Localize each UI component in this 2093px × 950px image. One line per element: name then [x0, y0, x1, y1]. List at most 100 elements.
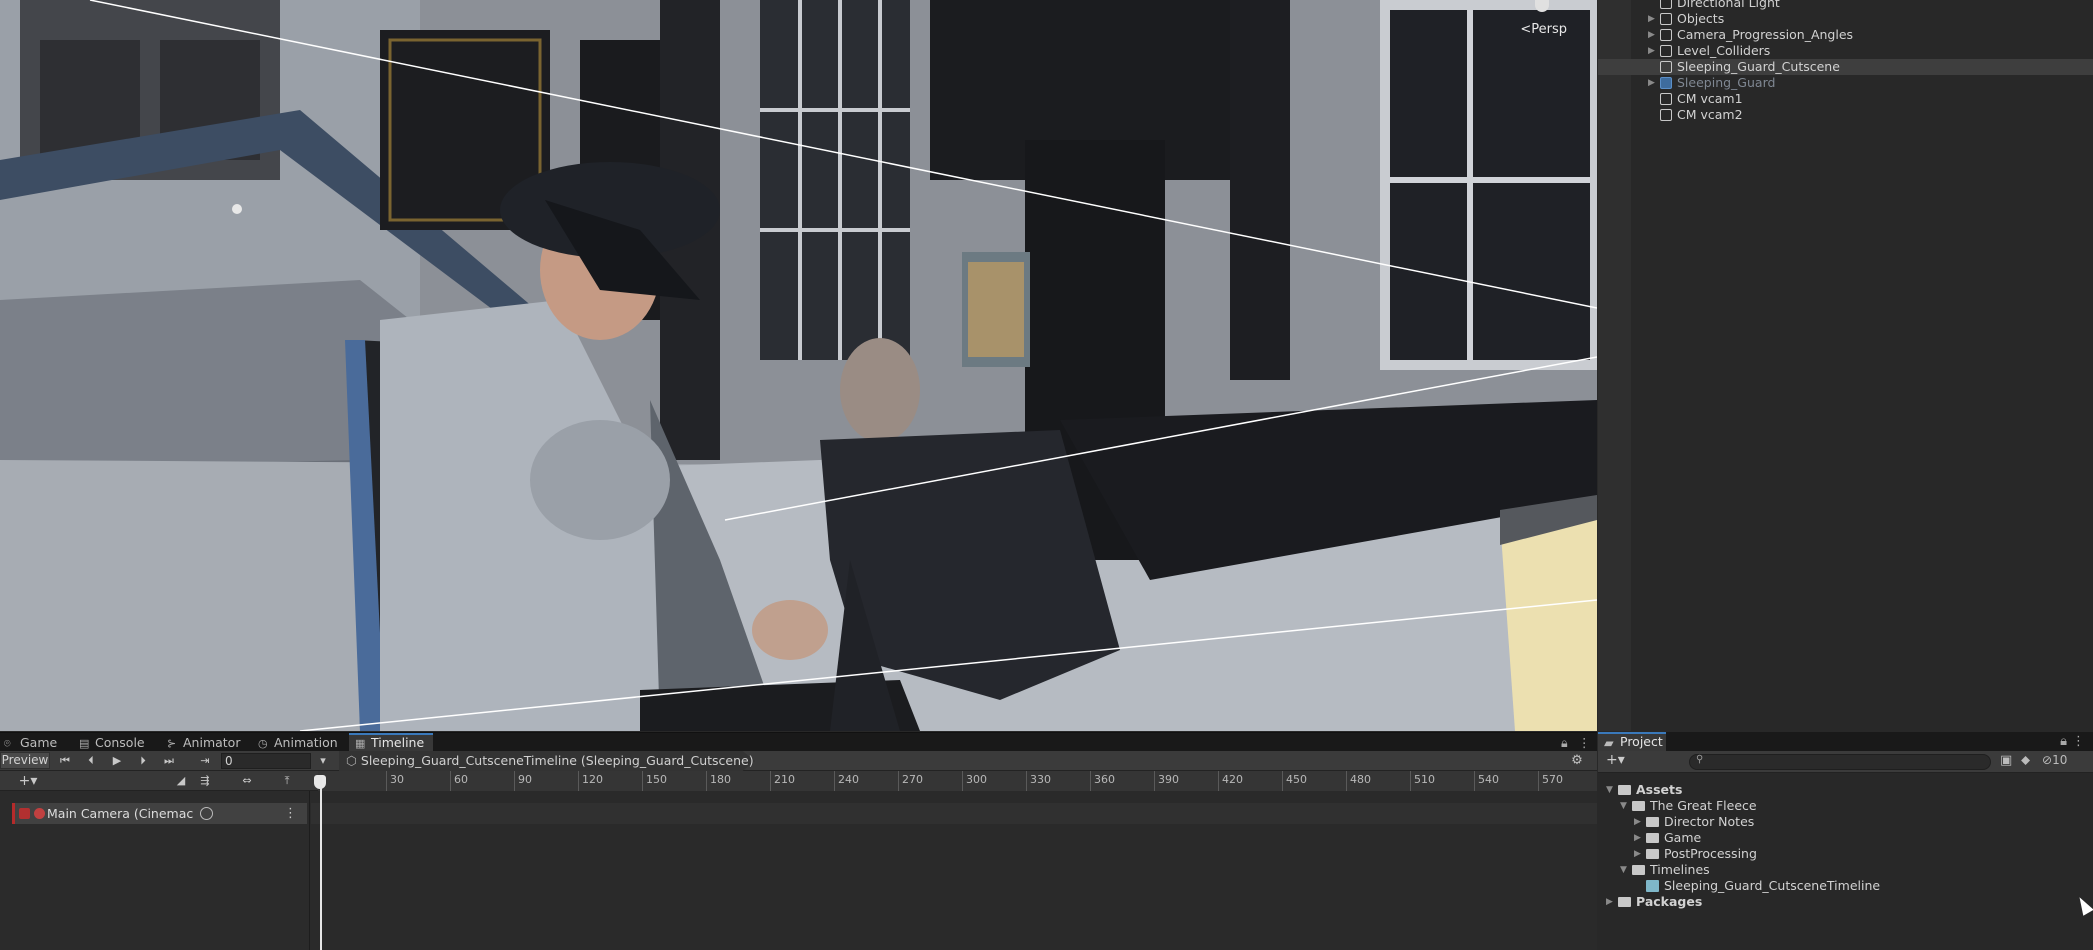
project-item-label: PostProcessing — [1664, 846, 1757, 861]
expand-arrow-icon[interactable]: ▼ — [1606, 782, 1613, 798]
add-track-button[interactable]: +▾ — [12, 773, 44, 789]
hidden-packages-toggle[interactable]: ⊘10 — [2042, 753, 2067, 767]
gameobject-icon — [1660, 45, 1672, 57]
goto-start-icon[interactable]: ⏮ — [54, 753, 76, 769]
hierarchy-item[interactable]: ▶ Sleeping_Guard — [1598, 75, 2093, 91]
prefab-icon — [1660, 77, 1672, 89]
tab-project[interactable]: ▰ Project — [1598, 732, 1666, 751]
hierarchy-panel: Directional Light ▶ Objects ▶ Camera_Progres… — [1598, 0, 2093, 731]
hierarchy-item[interactable]: ▶ Objects — [1598, 11, 2093, 27]
projection-toggle[interactable]: <Persp — [1520, 22, 1567, 37]
hierarchy-item-label: Objects — [1677, 11, 1725, 26]
expand-arrow-icon[interactable]: ▶ — [1606, 894, 1613, 910]
clip-edit-mode-icon[interactable]: ◢ — [170, 773, 192, 789]
ruler-tick — [578, 771, 579, 791]
track-main-camera[interactable]: Main Camera (Cinemac ⋮ — [12, 803, 307, 824]
hierarchy-item[interactable]: CM vcam2 — [1598, 107, 2093, 123]
breadcrumb-label: Sleeping_Guard_CutsceneTimeline (Sleepin… — [360, 753, 754, 768]
play-range-icon[interactable]: ⇥ — [194, 753, 216, 769]
scene-view[interactable]: <Persp — [0, 0, 1597, 731]
replace-mode-icon[interactable]: ⇔ — [236, 773, 258, 789]
filter-by-type-icon[interactable]: ▣ — [2000, 753, 2012, 768]
folder-icon — [1618, 897, 1631, 907]
tab-animator[interactable]: ⊱ Animator — [167, 733, 249, 752]
project-tree-item[interactable]: ▼ The Great Fleece — [1598, 798, 2093, 814]
expand-arrow-icon[interactable]: ▶ — [1648, 43, 1655, 59]
ruler-tick-label: 120 — [582, 773, 603, 786]
ruler-tick — [834, 771, 835, 791]
ruler-tick-label: 570 — [1542, 773, 1563, 786]
ruler-tick-label: 390 — [1158, 773, 1179, 786]
expand-arrow-icon[interactable]: ▶ — [1648, 27, 1655, 43]
expand-arrow-icon[interactable]: ▶ — [1648, 75, 1655, 91]
hidden-count: 10 — [2052, 753, 2068, 767]
object-picker-icon[interactable] — [200, 807, 213, 820]
gear-icon[interactable]: ⚙ — [1569, 753, 1585, 769]
preview-button[interactable]: Preview — [0, 752, 50, 769]
ruler-tick-label: 510 — [1414, 773, 1435, 786]
track-content-lane[interactable] — [311, 803, 1597, 824]
more-menu-icon[interactable]: ⋮ — [2072, 732, 2085, 751]
eye-slash-icon: ⊘ — [2042, 753, 2053, 767]
search-input[interactable]: ⚲ — [1689, 754, 1991, 770]
tab-console[interactable]: ▤ Console — [79, 733, 159, 752]
lock-icon[interactable]: 🔒︎ — [2060, 732, 2067, 751]
tab-game[interactable]: ⌾ Game — [2, 733, 74, 752]
project-tree-item[interactable]: ▶ Packages — [1598, 894, 2093, 910]
next-frame-icon[interactable]: ⏵ — [132, 753, 154, 769]
hierarchy-item[interactable]: ▶ Camera_Progression_Angles — [1598, 27, 2093, 43]
expand-arrow-icon[interactable]: ▼ — [1620, 798, 1627, 814]
expand-arrow-icon[interactable]: ▼ — [1620, 862, 1627, 878]
ruler-tick — [386, 771, 387, 791]
folder-icon — [1632, 801, 1645, 811]
ruler-tick — [898, 771, 899, 791]
tab-label: Animator — [183, 735, 241, 750]
hierarchy-item[interactable]: Directional Light — [1598, 0, 2093, 11]
time-ruler[interactable]: 30 60 90 120 150 180 210 240 270 300 330 360 390 420 4… — [318, 771, 1597, 791]
ruler-tick — [1218, 771, 1219, 791]
folder-icon — [1632, 865, 1645, 875]
expand-arrow-icon[interactable]: ▶ — [1634, 846, 1641, 862]
expand-arrow-icon[interactable]: ▶ — [1634, 814, 1641, 830]
ruler-tick — [1346, 771, 1347, 791]
breadcrumb[interactable]: ⬡ Sleeping_Guard_CutsceneTimeline (Sleep… — [346, 752, 754, 770]
goto-end-icon[interactable]: ⏭ — [158, 753, 180, 769]
filter-by-label-icon[interactable]: ⬥ — [2021, 753, 2030, 768]
track-menu-icon[interactable]: ⋮ — [284, 803, 297, 824]
create-asset-button[interactable]: +▾ — [1606, 752, 1625, 768]
snap-icon[interactable]: ⤒ — [276, 773, 298, 789]
project-tree-item[interactable]: ▶ PostProcessing — [1598, 846, 2093, 862]
tab-timeline[interactable]: ▦ Timeline — [349, 733, 433, 752]
ruler-tick-label: 180 — [710, 773, 731, 786]
folder-icon — [1646, 833, 1659, 843]
frame-input[interactable]: 0 — [221, 753, 311, 769]
ruler-tick-label: 150 — [646, 773, 667, 786]
project-tree-item[interactable]: ▼ Timelines — [1598, 862, 2093, 878]
ruler-tick — [1026, 771, 1027, 791]
cinemachine-track-icon — [19, 808, 30, 819]
timeline-icon: ▦ — [355, 737, 366, 750]
timeformat-dropdown-icon[interactable]: ▾ — [312, 753, 334, 769]
track-label: Main Camera (Cinemac — [47, 806, 194, 821]
tab-label: Console — [95, 735, 145, 750]
play-icon[interactable]: ▶ — [106, 753, 128, 769]
hierarchy-item[interactable]: CM vcam1 — [1598, 91, 2093, 107]
ripple-mode-icon[interactable]: ⇶ — [194, 773, 216, 789]
lock-icon[interactable]: 🔒︎ — [1561, 733, 1575, 752]
hierarchy-item[interactable]: ▶ Level_Colliders — [1598, 43, 2093, 59]
ruler-tick-label: 420 — [1222, 773, 1243, 786]
tab-animation[interactable]: ◷ Animation — [258, 733, 348, 752]
project-tree-item[interactable]: Sleeping_Guard_CutsceneTimeline — [1598, 878, 2093, 894]
hierarchy-item[interactable]: Sleeping_Guard_Cutscene — [1598, 59, 2093, 75]
prev-frame-icon[interactable]: ⏴ — [80, 753, 102, 769]
ruler-tick-label: 300 — [966, 773, 987, 786]
project-toolbar: +▾ ⚲ ▣ ⬥ ⊘10 — [1598, 751, 2093, 773]
project-tree-item[interactable]: ▶ Game — [1598, 830, 2093, 846]
expand-arrow-icon[interactable]: ▶ — [1648, 11, 1655, 27]
project-tree-item[interactable]: ▶ Director Notes — [1598, 814, 2093, 830]
project-tree-item[interactable]: ▼ Assets — [1598, 782, 2093, 798]
timeline-tracks: Main Camera (Cinemac ⋮ — [0, 791, 1597, 950]
ruler-tick — [1410, 771, 1411, 791]
expand-arrow-icon[interactable]: ▶ — [1634, 830, 1641, 846]
more-menu-icon[interactable]: ⋮ — [1578, 733, 1592, 752]
